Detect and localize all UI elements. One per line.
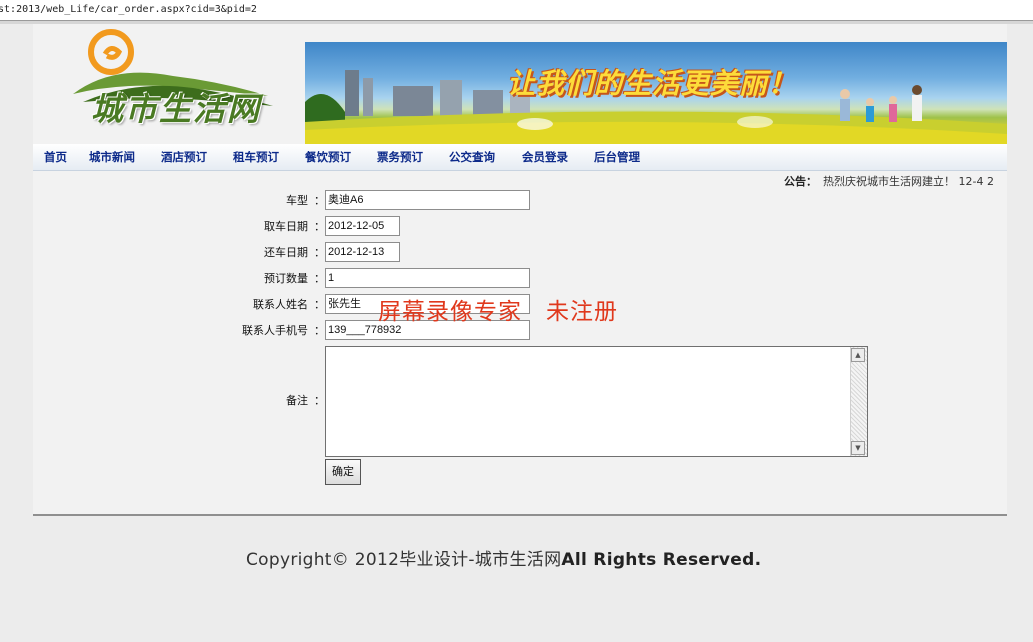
colon: ： (314, 246, 325, 259)
quantity-label: 预订数量 (264, 272, 308, 285)
remarks-scrollbar[interactable]: ▲ ▼ (850, 347, 867, 456)
colon: ： (314, 220, 325, 233)
return-date-field[interactable]: 2012-12-13 (325, 242, 400, 262)
nav-item-city-news[interactable]: 城市新闻 (89, 144, 135, 170)
copyright-suffix: All Rights Reserved. (561, 550, 762, 570)
copyright-text: Copyright© 2012毕业设计-城市生活网All Rights Rese… (246, 545, 761, 570)
site-logo[interactable]: 城市生活网 (53, 24, 303, 142)
nav-item-dining-booking[interactable]: 餐饮预订 (305, 144, 351, 170)
quantity-field[interactable]: 1 (325, 268, 530, 288)
banner: 让我们的生活更美丽！ (305, 42, 1007, 144)
nav-item-member-login[interactable]: 会员登录 (522, 144, 568, 170)
colon: ： (314, 394, 325, 407)
nav-item-hotel-booking[interactable]: 酒店预订 (161, 144, 207, 170)
address-bar[interactable]: ost:2013/web_Life/car_order.aspx?cid=3&p… (0, 0, 1033, 21)
footer: Copyright© 2012毕业设计-城市生活网All Rights Rese… (33, 516, 1007, 618)
nav-item-ticket-booking[interactable]: 票务预订 (377, 144, 423, 170)
colon: ： (314, 272, 325, 285)
return-date-label: 还车日期 (264, 246, 308, 259)
banner-slogan: 让我们的生活更美丽！ (507, 67, 798, 100)
pickup-date-label: 取车日期 (264, 220, 308, 233)
submit-button[interactable]: 确定 (325, 459, 361, 485)
notice-bar: 公告： 热烈庆祝城市生活网建立！ 12-4 2 (784, 174, 1007, 190)
remarks-label: 备注 (286, 394, 308, 407)
header: 城市生活网 让我们的生活更美丽！ (33, 24, 1007, 144)
notice-text[interactable]: 热烈庆祝城市生活网建立！ 12-4 2 (823, 175, 994, 188)
pickup-date-field[interactable]: 2012-12-05 (325, 216, 400, 236)
nav-item-bus-query[interactable]: 公交查询 (449, 144, 495, 170)
scroll-down-icon[interactable]: ▼ (851, 441, 865, 455)
contact-name-label: 联系人姓名 (253, 298, 308, 311)
colon: ： (314, 194, 325, 207)
nav-item-admin[interactable]: 后台管理 (594, 144, 640, 170)
scroll-up-icon[interactable]: ▲ (851, 348, 865, 362)
logo-text: 城市生活网 (91, 90, 262, 128)
address-url: ost:2013/web_Life/car_order.aspx?cid=3&p… (0, 4, 257, 15)
main-nav: 首页 城市新闻 酒店预订 租车预订 餐饮预订 票务预订 公交查询 会员登录 后台… (33, 144, 1007, 171)
car-type-field[interactable]: 奥迪A6 (325, 190, 530, 210)
recorder-watermark: 屏幕录像专家 未注册 (378, 299, 618, 325)
nav-item-car-rental[interactable]: 租车预订 (233, 144, 279, 170)
colon: ： (314, 324, 325, 337)
copyright-prefix: Copyright© 2012毕业设计-城市生活网 (246, 550, 562, 570)
colon: ： (314, 298, 325, 311)
page-container: 城市生活网 让我们的生活更美丽！ 首页 城市新闻 酒店预订 租车预订 餐饮预订 … (33, 24, 1007, 618)
car-type-label: 车型 (286, 194, 308, 207)
remarks-textarea[interactable]: ▲ ▼ (325, 346, 868, 457)
contact-phone-label: 联系人手机号 (242, 324, 308, 337)
notice-label: 公告： (784, 175, 817, 188)
nav-item-home[interactable]: 首页 (44, 144, 67, 170)
